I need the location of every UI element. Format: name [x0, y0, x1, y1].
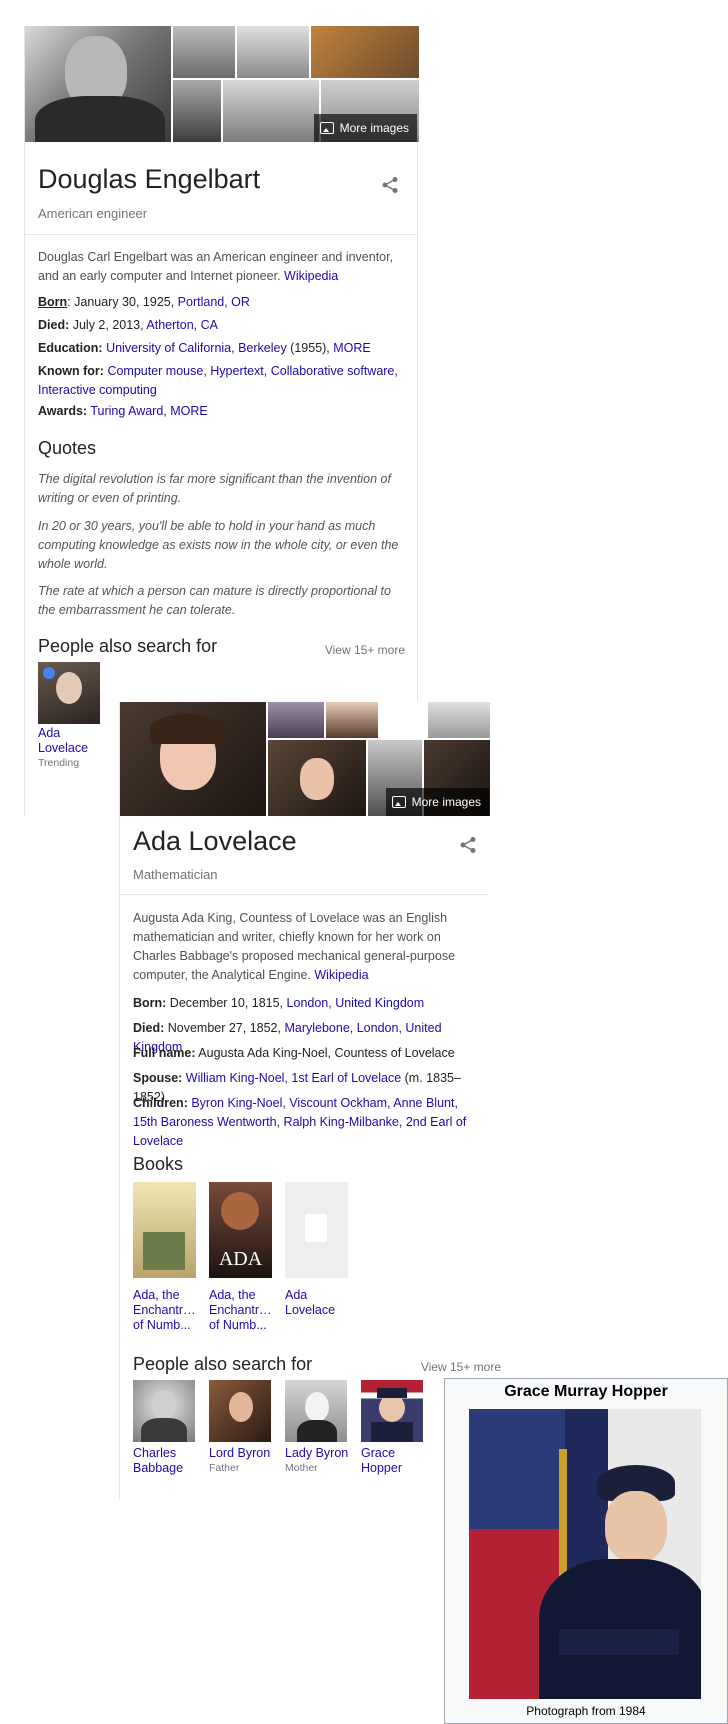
divider — [120, 894, 489, 895]
fact-label: Died: — [133, 1021, 165, 1035]
divider — [25, 234, 417, 235]
fact-label[interactable]: Born — [38, 295, 67, 309]
portrait-photo[interactable] — [469, 1409, 701, 1699]
more-images-button[interactable]: More images — [313, 114, 417, 142]
book-title[interactable]: Ada, the Enchantr… of Numb... — [209, 1288, 273, 1333]
fact-label: Awards: — [38, 404, 88, 418]
section-heading-books: Books — [133, 1154, 184, 1174]
view-more-link[interactable]: View 15+ more — [325, 643, 405, 657]
book-title[interactable]: Ada, the Enchantr… of Numb... — [133, 1288, 197, 1333]
person-name[interactable]: Lady Byron — [285, 1446, 351, 1461]
wikipedia-link[interactable]: Wikipedia — [284, 269, 338, 283]
entity-subtitle: Mathematician — [133, 867, 218, 882]
fact-value: : January 30, 1925, — [67, 295, 178, 309]
entity-description: Augusta Ada King, Countess of Lovelace w… — [133, 909, 483, 985]
collage-image-4[interactable] — [428, 702, 490, 738]
photo-caption: Photograph from 1984 — [526, 1704, 646, 1718]
person-thumbnail[interactable] — [209, 1380, 271, 1442]
book-cover[interactable]: ADA — [209, 1182, 272, 1278]
book-cover[interactable] — [133, 1182, 196, 1278]
fact-label: Full name: — [133, 1046, 196, 1060]
collage-image-2[interactable] — [268, 702, 324, 738]
section-heading-quotes: Quotes — [38, 438, 97, 458]
person-thumbnail[interactable] — [361, 1380, 423, 1442]
person-subtitle: Trending — [38, 757, 80, 769]
fact-label: Born: — [133, 996, 167, 1010]
fact-link[interactable]: William King-Noel, 1st Earl of Lovelace — [186, 1071, 401, 1085]
fact-value: November 27, 1852, — [164, 1021, 285, 1035]
share-icon[interactable] — [459, 836, 477, 854]
collage-image-5[interactable] — [268, 740, 366, 816]
description-text: Augusta Ada King, Countess of Lovelace w… — [133, 911, 456, 982]
quote: In 20 or 30 years, you'll be able to hol… — [38, 519, 399, 571]
image-icon — [391, 796, 406, 808]
infobox-title: Grace Murray Hopper — [504, 1383, 668, 1400]
fact-link[interactable]: Turing Award, MORE — [90, 404, 207, 418]
share-icon[interactable] — [381, 176, 399, 194]
trending-icon — [43, 667, 55, 679]
fact-known-for: Known for: Computer mouse, Hypertext, Co… — [38, 362, 399, 400]
fact-link[interactable]: Atherton, CA — [146, 318, 218, 332]
entity-title: Ada Lovelace — [133, 826, 297, 856]
book-cover-text: ADA — [218, 1248, 263, 1270]
entity-description: Douglas Carl Engelbart was an American e… — [38, 248, 404, 286]
collage-image-4[interactable] — [311, 26, 419, 78]
fact-value: (1955), — [286, 341, 334, 355]
book-title[interactable]: Ada Lovelace — [285, 1288, 345, 1318]
quote: The rate at which a person can mature is… — [38, 584, 391, 617]
fact-link[interactable]: London, United Kingdom — [287, 996, 425, 1010]
section-heading-people: People also search for — [133, 1354, 313, 1374]
person-name[interactable]: Lord Byron — [209, 1446, 275, 1461]
more-link[interactable]: MORE — [333, 341, 371, 355]
person-thumbnail[interactable] — [285, 1380, 347, 1442]
fact-value: July 2, 2013, — [69, 318, 147, 332]
knowledge-panel-engelbart: More images Douglas Engelbart American e… — [24, 26, 419, 816]
more-images-label: More images — [411, 795, 481, 809]
image-icon — [319, 122, 334, 134]
description-text: Douglas Carl Engelbart was an American e… — [38, 250, 394, 283]
fact-children: Children: Byron King-Noel, Viscount Ockh… — [133, 1094, 483, 1151]
fact-link[interactable]: Portland, OR — [178, 295, 250, 309]
person-name[interactable]: Grace Hopper — [361, 1446, 427, 1476]
more-images-button[interactable]: More images — [385, 788, 489, 816]
fact-label: Education: — [38, 341, 103, 355]
collage-image-2[interactable] — [173, 26, 235, 78]
fact-education: Education: University of California, Ber… — [38, 339, 399, 358]
quote: The digital revolution is far more signi… — [38, 472, 391, 505]
fact-label: Died: — [38, 318, 70, 332]
person-thumbnail[interactable] — [133, 1380, 195, 1442]
person-name[interactable]: Charles Babbage — [133, 1446, 199, 1476]
fact-born: Born: January 30, 1925, Portland, OR — [38, 293, 399, 312]
wikipedia-link[interactable]: Wikipedia — [314, 968, 368, 982]
fact-born: Born: December 10, 1815, London, United … — [133, 994, 483, 1013]
fact-died: Died: July 2, 2013, Atherton, CA — [38, 316, 399, 335]
fact-link[interactable]: University of California, Berkeley — [106, 341, 287, 355]
collage-image-6[interactable] — [223, 80, 319, 142]
section-heading-people: People also search for — [38, 636, 218, 656]
fact-value: Augusta Ada King-Noel, Countess of Lovel… — [195, 1046, 455, 1060]
collage-main-image[interactable] — [120, 702, 266, 816]
entity-subtitle: American engineer — [38, 206, 148, 221]
fact-label: Known for: — [38, 364, 104, 378]
fact-full-name: Full name: Augusta Ada King-Noel, Counte… — [133, 1044, 483, 1063]
person-name[interactable]: Ada Lovelace — [38, 726, 104, 756]
collage-main-image[interactable] — [25, 26, 171, 142]
fact-label: Children: — [133, 1096, 188, 1110]
collage-image-3[interactable] — [237, 26, 309, 78]
person-subtitle: Mother — [285, 1462, 318, 1474]
fact-label: Spouse: — [133, 1071, 183, 1085]
infobox-photo-frame: Grace Murray Hopper Photograph from 1984 — [444, 1378, 728, 1724]
book-cover-placeholder[interactable] — [285, 1182, 348, 1278]
book-icon — [305, 1214, 327, 1242]
more-images-label: More images — [339, 121, 409, 135]
person-thumbnail[interactable] — [38, 662, 100, 724]
collage-image-5[interactable] — [173, 80, 221, 142]
fact-awards: Awards: Turing Award, MORE — [38, 402, 399, 421]
fact-value: December 10, 1815, — [166, 996, 287, 1010]
entity-title: Douglas Engelbart — [38, 164, 261, 194]
view-more-link[interactable]: View 15+ more — [421, 1360, 501, 1374]
person-subtitle: Father — [209, 1462, 240, 1474]
collage-image-3[interactable] — [326, 702, 378, 738]
